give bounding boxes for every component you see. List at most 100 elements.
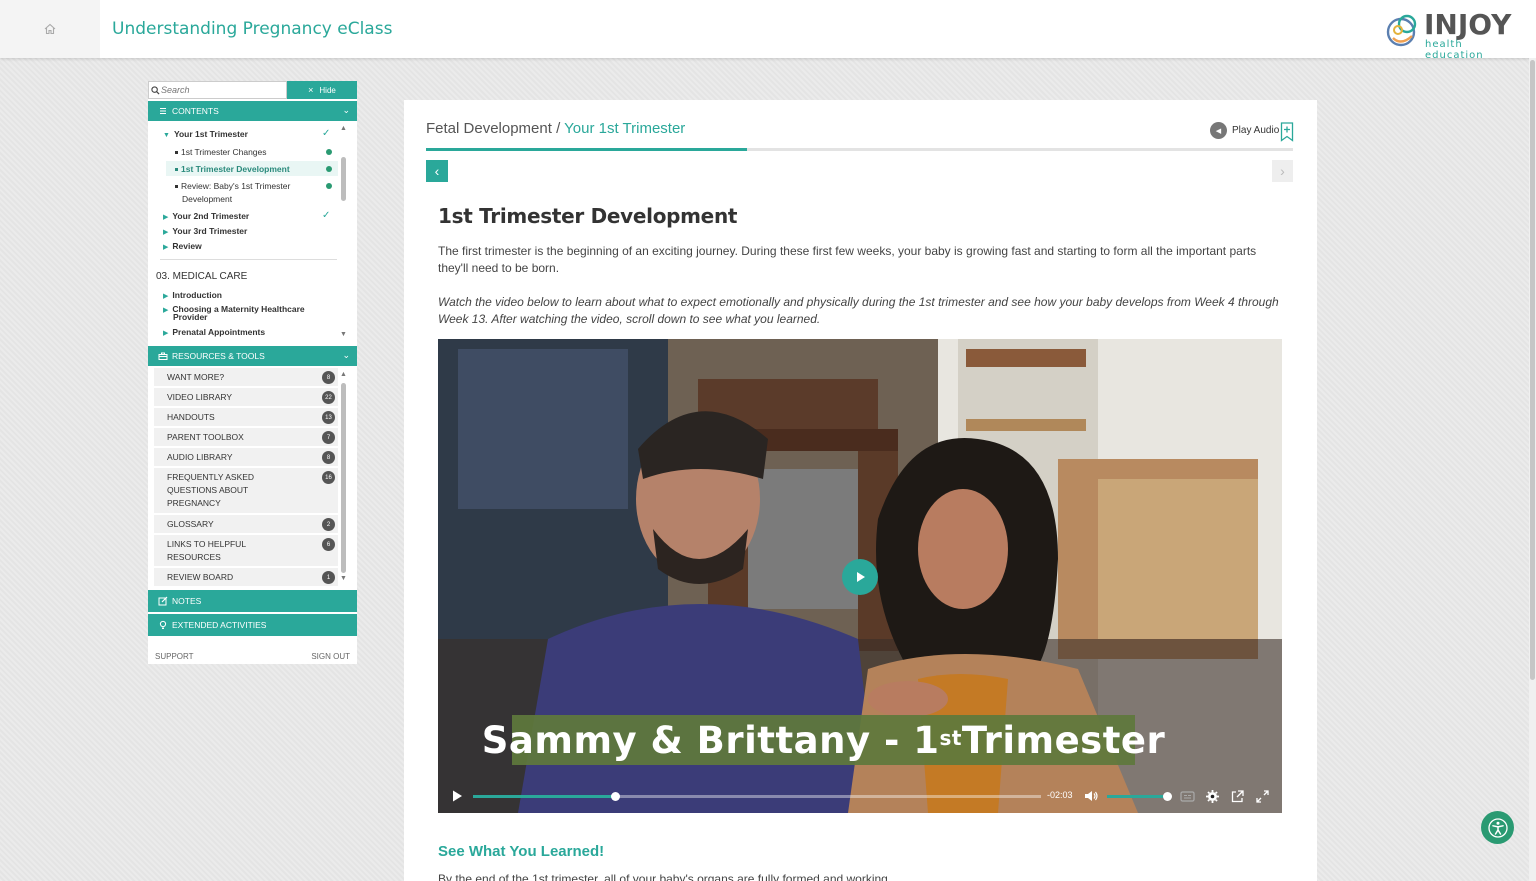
triangle-right-icon: ▶	[163, 244, 169, 251]
scroll-down-icon[interactable]: ▼	[340, 331, 347, 338]
list-icon	[158, 106, 168, 116]
previous-page-button[interactable]: ‹	[426, 160, 448, 182]
toc-divider	[160, 259, 337, 260]
intro-paragraph: The first trimester is the beginning of …	[438, 244, 1257, 275]
complete-dot-icon	[326, 149, 332, 155]
count-badge: 22	[322, 391, 335, 404]
count-badge: 16	[322, 471, 335, 484]
scroll-up-icon[interactable]: ▲	[340, 371, 347, 378]
count-badge: 6	[322, 538, 335, 551]
window-scrollbar[interactable]	[1529, 58, 1536, 881]
count-badge: 8	[322, 371, 335, 384]
resource-want-more[interactable]: WANT MORE? 8	[154, 368, 338, 388]
chevron-down-icon: ⌄	[342, 105, 350, 115]
injoy-logo[interactable]: INJOY health education	[1384, 8, 1519, 61]
triangle-down-icon: ▼	[163, 132, 170, 139]
volume-slider-handle[interactable]	[1163, 792, 1172, 801]
volume-slider[interactable]	[1107, 792, 1172, 801]
toolbox-icon	[158, 351, 168, 361]
extended-activities-header[interactable]: EXTENDED ACTIVITIES	[148, 614, 357, 636]
home-button[interactable]	[0, 0, 100, 58]
logo-tagline: health education	[1425, 39, 1484, 61]
close-icon: ×	[308, 85, 314, 95]
support-link[interactable]: SUPPORT	[155, 652, 194, 661]
video-instructions: Watch the video below to learn about wha…	[438, 295, 1279, 326]
video-scrubber-handle[interactable]	[611, 792, 620, 801]
breadcrumb: Fetal Development / Your 1st Trimester	[426, 120, 685, 137]
see-what-you-learned-heading: See What You Learned!	[438, 843, 605, 860]
toc-introduction[interactable]: ▶ Introduction	[163, 290, 222, 300]
complete-dot-icon	[326, 166, 332, 172]
video-controls: -02:03	[438, 781, 1282, 813]
resource-handouts[interactable]: HANDOUTS 13	[154, 408, 338, 428]
sidebar: × Hide CONTENTS ⌄ ▼Your 1st Trimester ✓ …	[148, 81, 357, 664]
bookmark-icon[interactable]	[1280, 122, 1294, 142]
toc-your-2nd-trimester[interactable]: ▶ Your 2nd Trimester	[163, 211, 249, 221]
search-box[interactable]	[148, 81, 287, 99]
resources-header[interactable]: RESOURCES & TOOLS ⌄	[148, 346, 357, 366]
triangle-right-icon: ▶	[163, 330, 169, 337]
next-page-button[interactable]: ›	[1272, 160, 1293, 182]
video-scrubber[interactable]	[473, 792, 1041, 801]
external-link-icon[interactable]	[1230, 789, 1245, 804]
resource-review-board[interactable]: REVIEW BOARD 1	[154, 568, 338, 588]
search-icon	[151, 85, 160, 95]
sign-out-link[interactable]: SIGN OUT	[311, 652, 350, 661]
toc-choosing-provider-line2: Provider	[173, 312, 208, 322]
hide-sidebar-button[interactable]: × Hide	[287, 81, 357, 99]
resource-video-library[interactable]: VIDEO LIBRARY 22	[154, 388, 338, 408]
play-audio-button[interactable]: ◀ Play Audio	[1210, 122, 1279, 139]
video-player[interactable]: Sammy & Brittany - 1st Trimester -02:03	[438, 339, 1282, 813]
resource-parent-toolbox[interactable]: PARENT TOOLBOX 7	[154, 428, 338, 448]
play-audio-label: Play Audio	[1232, 125, 1280, 136]
notes-header[interactable]: NOTES	[148, 590, 357, 612]
lesson-progress-fill	[426, 148, 747, 151]
volume-icon[interactable]	[1083, 788, 1099, 804]
lightbulb-icon	[158, 620, 168, 630]
fullscreen-icon[interactable]	[1255, 789, 1270, 804]
toc-your-1st-trimester[interactable]: ▼ Your 1st Trimester	[163, 129, 248, 139]
resource-glossary[interactable]: GLOSSARY 2	[154, 515, 338, 535]
contents-header[interactable]: CONTENTS ⌄	[148, 101, 357, 121]
resource-faq[interactable]: FREQUENTLY ASKED QUESTIONS ABOUT PREGNAN…	[154, 468, 338, 515]
scroll-down-icon[interactable]: ▼	[340, 575, 347, 582]
search-input[interactable]	[161, 85, 281, 95]
triangle-right-icon: ▶	[163, 214, 169, 221]
top-header: Understanding Pregnancy eClass INJOY hea…	[0, 0, 1536, 61]
captions-icon[interactable]	[1180, 789, 1195, 804]
scroll-up-icon[interactable]: ▲	[340, 125, 347, 132]
toc-section-medical-care[interactable]: 03. MEDICAL CARE	[156, 271, 247, 282]
logo-wordmark: INJOY	[1424, 8, 1512, 41]
search-row: × Hide	[148, 81, 357, 99]
edit-icon	[158, 596, 168, 606]
toc-1st-trimester-changes[interactable]: 1st Trimester Changes	[175, 147, 267, 157]
table-of-contents: ▼ Your 1st Trimester ✓ 1st Trimester Chan…	[148, 121, 357, 346]
time-remaining: -02:03	[1047, 790, 1073, 800]
hide-label: Hide	[319, 85, 336, 95]
audio-icon: ◀	[1210, 122, 1227, 139]
triangle-right-icon: ▶	[163, 307, 169, 314]
toc-your-3rd-trimester[interactable]: ▶ Your 3rd Trimester	[163, 226, 247, 236]
chevron-down-icon: ⌄	[342, 350, 350, 360]
gear-icon[interactable]	[1205, 789, 1220, 804]
breadcrumb-separator: /	[551, 120, 565, 137]
toc-1st-trimester-development[interactable]: 1st Trimester Development	[175, 164, 290, 174]
resource-links[interactable]: LINKS TO HELPFUL RESOURCES 6	[154, 535, 338, 568]
resource-audio-library[interactable]: AUDIO LIBRARY 8	[154, 448, 338, 468]
lesson-progress-bar	[426, 148, 1293, 151]
main-content: Fetal Development / Your 1st Trimester ◀…	[404, 100, 1317, 881]
resources-scrollbar-thumb[interactable]	[341, 383, 346, 573]
toc-prenatal-appointments[interactable]: ▶ Prenatal Appointments	[163, 327, 265, 337]
window-scrollbar-thumb[interactable]	[1530, 60, 1535, 680]
play-icon[interactable]	[450, 789, 464, 803]
accessibility-icon	[1487, 817, 1508, 838]
breadcrumb-current: Your 1st Trimester	[564, 120, 686, 137]
notes-label: NOTES	[172, 596, 202, 606]
breadcrumb-parent[interactable]: Fetal Development	[426, 120, 552, 137]
accessibility-button[interactable]	[1481, 811, 1514, 844]
big-play-button[interactable]	[842, 559, 878, 595]
count-badge: 13	[322, 411, 335, 424]
toc-review[interactable]: ▶ Review	[163, 241, 202, 251]
toc-scrollbar-thumb[interactable]	[341, 157, 346, 201]
toc-review-baby-development[interactable]: Review: Baby's 1st Trimester	[175, 181, 290, 191]
